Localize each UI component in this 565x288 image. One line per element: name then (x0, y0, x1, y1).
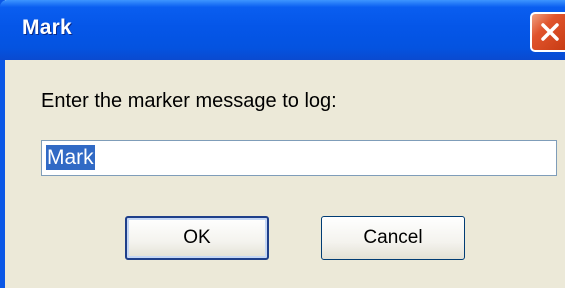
ok-button-label: OK (183, 227, 211, 248)
cancel-button-label: Cancel (363, 227, 423, 248)
title-bar[interactable]: Mark (0, 0, 565, 60)
cancel-button[interactable]: Cancel (321, 216, 465, 260)
ok-button[interactable]: OK (125, 216, 269, 260)
marker-message-input[interactable]: Mark (41, 140, 557, 176)
input-selected-text: Mark (46, 145, 95, 170)
dialog-title: Mark (22, 16, 72, 39)
prompt-label: Enter the marker message to log: (41, 90, 337, 112)
close-icon (541, 23, 559, 41)
close-button[interactable] (530, 12, 565, 52)
mark-dialog: Mark Enter the marker message to log: Ma… (0, 0, 565, 288)
